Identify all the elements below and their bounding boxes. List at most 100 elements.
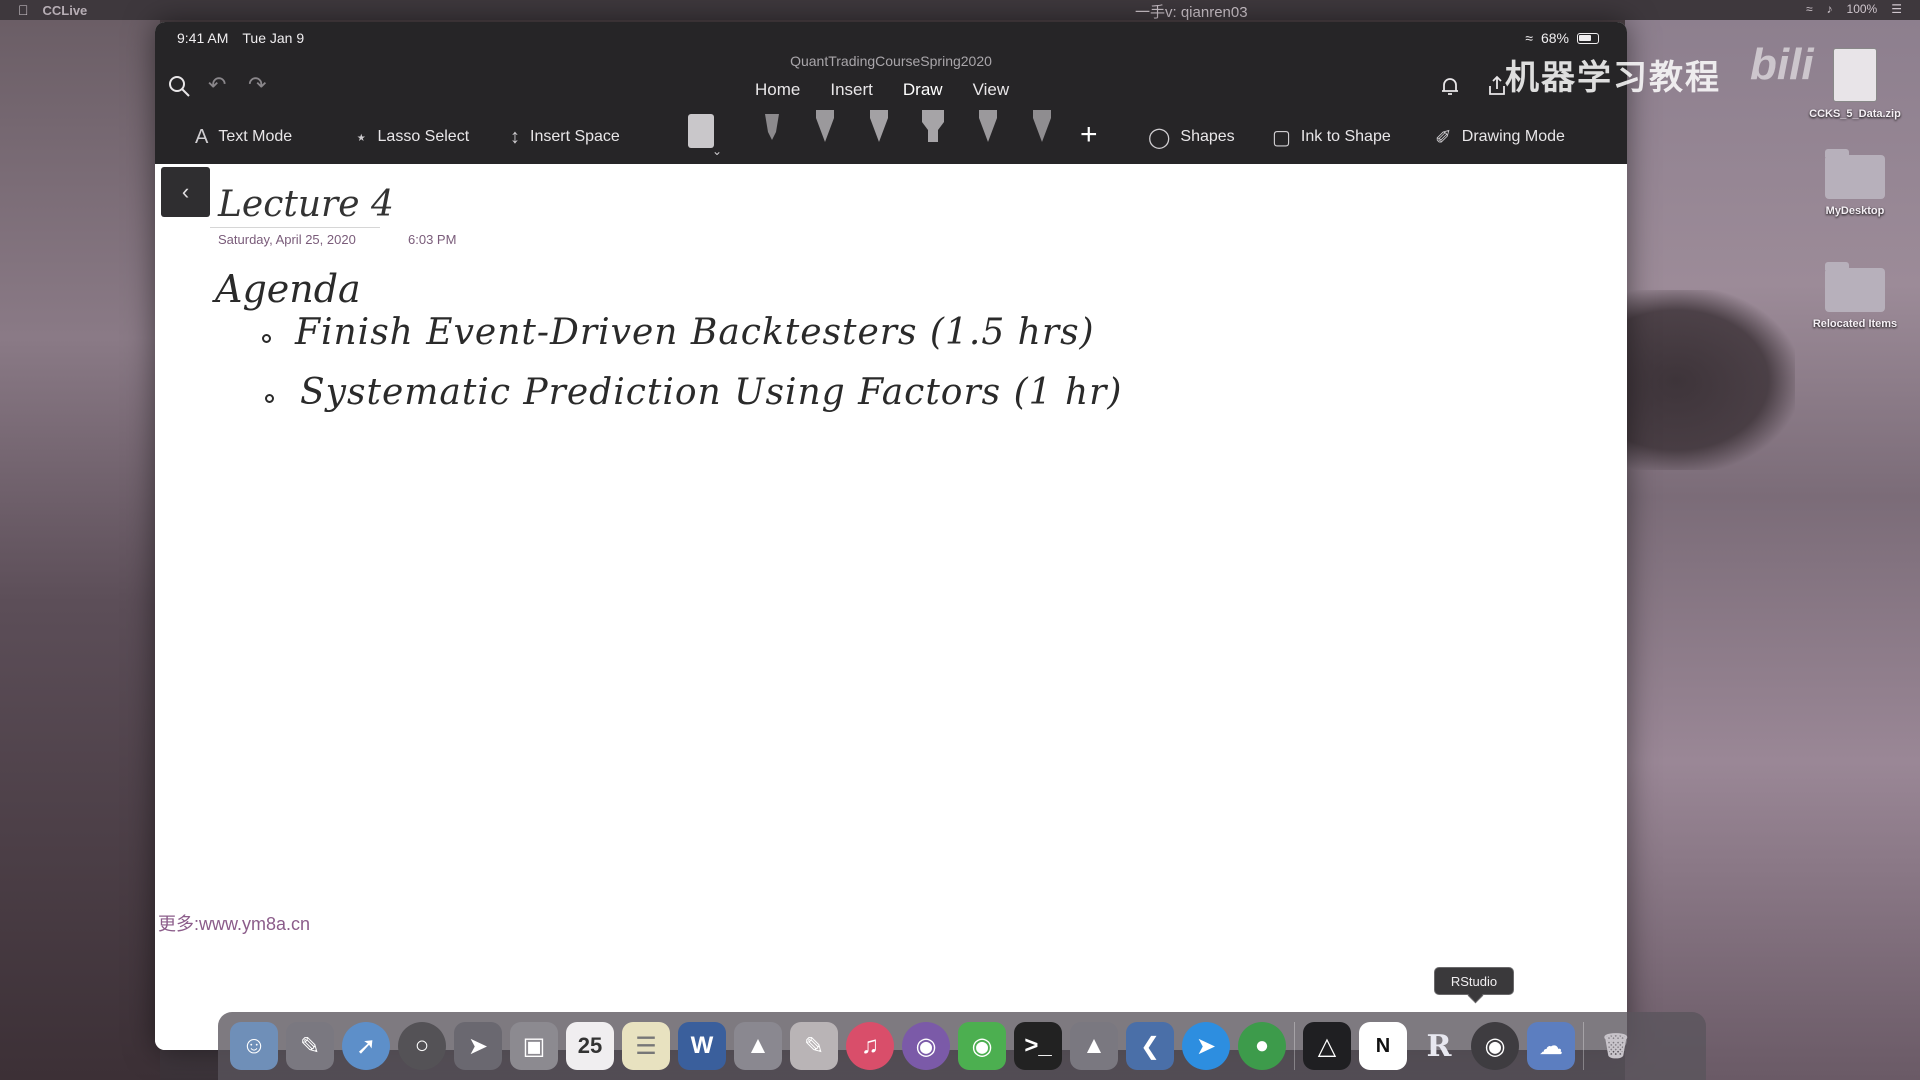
ipad-status-right: ≈ 68%	[1525, 30, 1599, 46]
photos-icon[interactable]: ▣	[510, 1022, 558, 1070]
pen-tool-4[interactable]	[975, 106, 1001, 146]
pen-tool-3[interactable]	[866, 106, 892, 146]
watermark-text: 更多:www.ym8a.cn	[158, 914, 311, 934]
pen-tool-1[interactable]	[759, 106, 785, 146]
folder-icon	[1825, 262, 1885, 312]
desktop-item-relocated[interactable]: Relocated Items	[1795, 262, 1915, 330]
shapes-label: Shapes	[1180, 128, 1235, 145]
tab-home[interactable]: Home	[755, 80, 800, 100]
vscode-icon[interactable]: ❮	[1126, 1022, 1174, 1070]
control-center-icon[interactable]: ☰	[1891, 2, 1902, 16]
ipad-status-bar: 9:41 AM Tue Jan 9	[177, 30, 304, 46]
menu-center-text: 一手v: qianren03	[1135, 4, 1248, 21]
menu-app-name[interactable]: CCLive	[43, 3, 88, 18]
plus-icon[interactable]: +	[1080, 120, 1098, 150]
overlay-caption: 机器学习教程	[1505, 59, 1721, 97]
search-icon[interactable]	[167, 74, 191, 102]
agenda-heading: Agenda	[215, 267, 361, 311]
status-time: 9:41 AM	[177, 30, 229, 46]
wechat-icon[interactable]: ◉	[958, 1022, 1006, 1070]
mac-dock: ☺ ✎ ➚ ○ ➤ ▣ 25 ☰ W ▲ ✎ ♫ ◉ ◉ >_ ▲ ❮ ➤ ● …	[218, 1012, 1706, 1080]
insert-space-button[interactable]: ↕ Insert Space	[510, 117, 620, 157]
apple-icon[interactable]: 	[18, 2, 29, 18]
bullet-icon	[265, 394, 274, 403]
lasso-select-label: Lasso Select	[377, 128, 470, 145]
podcasts-icon[interactable]: ◉	[902, 1022, 950, 1070]
desktop-item-mydesktop[interactable]: MyDesktop	[1795, 149, 1915, 217]
desktop-item-label: MyDesktop	[1825, 205, 1885, 217]
terminal-icon[interactable]: >_	[1014, 1022, 1062, 1070]
bilibili-logo-icon: bili	[1750, 40, 1814, 89]
battery-icon	[1577, 32, 1599, 44]
dock-tooltip: RStudio	[1434, 967, 1514, 995]
undo-icon[interactable]: ↶	[208, 74, 226, 96]
menu-status-icons: ≈ ♪ 100% ☰	[1806, 2, 1902, 16]
quicktime-icon[interactable]: ◉	[1471, 1022, 1519, 1070]
pen-tool-2[interactable]	[812, 106, 838, 146]
lasso-select-button[interactable]: ⋆ Lasso Select	[355, 117, 469, 157]
textedit-icon[interactable]: ✎	[790, 1022, 838, 1070]
battery-menu-label[interactable]: 100%	[1847, 2, 1878, 16]
page-time: 6:03 PM	[408, 232, 457, 247]
shapes-icon: ◯	[1148, 126, 1171, 149]
shapes-button[interactable]: ◯ Shapes	[1148, 117, 1235, 157]
chevron-down-icon[interactable]: ⌄	[712, 144, 722, 158]
insert-space-icon: ↕	[510, 125, 520, 148]
agenda-item: Finish Event-Driven Backtesters (1.5 hrs…	[295, 312, 1095, 353]
chevron-left-icon[interactable]: ‹	[161, 167, 210, 217]
ink-to-shape-label: Ink to Shape	[1300, 128, 1391, 145]
drawing-mode-icon: ✐	[1435, 126, 1452, 149]
keynote-icon[interactable]: ▲	[734, 1022, 782, 1070]
folder-icon	[1825, 149, 1885, 199]
ink-to-shape-icon: ▢	[1272, 126, 1291, 149]
finder-icon[interactable]: ☺	[230, 1022, 278, 1070]
launchpad-icon[interactable]: ➤	[454, 1022, 502, 1070]
preview-icon[interactable]: ✎	[286, 1022, 334, 1070]
redo-icon[interactable]: ↷	[248, 74, 266, 96]
text-mode-button[interactable]: A Text Mode	[195, 117, 292, 157]
agenda-item: Systematic Prediction Using Factors (1 h…	[300, 372, 1123, 413]
cloud-icon[interactable]: ☁	[1527, 1022, 1575, 1070]
activity-monitor-icon[interactable]: △	[1303, 1022, 1351, 1070]
ink-to-shape-button[interactable]: ▢ Ink to Shape	[1272, 117, 1391, 157]
bell-icon[interactable]	[1438, 74, 1462, 102]
pen-tool-5[interactable]	[1029, 106, 1055, 146]
notion-icon[interactable]: N	[1359, 1022, 1407, 1070]
trash-icon[interactable]: 🗑	[1592, 1022, 1640, 1070]
desktop-item-label: CCKS_5_Data.zip	[1809, 108, 1901, 120]
telegram-icon[interactable]: ➤	[1182, 1022, 1230, 1070]
tab-draw[interactable]: Draw	[903, 80, 943, 100]
app-icon[interactable]: ▲	[1070, 1022, 1118, 1070]
tab-view[interactable]: View	[973, 80, 1010, 100]
insert-space-label: Insert Space	[530, 128, 620, 145]
dock-separator	[1294, 1022, 1295, 1070]
tab-insert[interactable]: Insert	[830, 80, 873, 100]
word-icon[interactable]: W	[678, 1022, 726, 1070]
battery-percent: 68%	[1540, 30, 1569, 46]
highlighter-tool[interactable]	[920, 106, 946, 146]
page-title[interactable]: Lecture 4	[218, 184, 394, 225]
onenote-toolbar: 9:41 AM Tue Jan 9 ≈ 68% QuantTradingCour…	[155, 22, 1627, 164]
evernote-icon[interactable]: ●	[1238, 1022, 1286, 1070]
zip-file-icon	[1833, 48, 1877, 102]
title-divider	[210, 227, 380, 228]
wifi-icon: ≈	[1525, 30, 1533, 46]
onenote-window: 9:41 AM Tue Jan 9 ≈ 68% QuantTradingCour…	[155, 22, 1627, 1050]
music-icon[interactable]: ♫	[846, 1022, 894, 1070]
page-date: Saturday, April 25, 2020	[218, 232, 356, 247]
note-canvas[interactable]	[155, 164, 1627, 1050]
notes-icon[interactable]: ☰	[622, 1022, 670, 1070]
lasso-icon: ⋆	[355, 126, 368, 149]
eraser-tool[interactable]	[688, 114, 714, 148]
drawing-mode-button[interactable]: ✐ Drawing Mode	[1435, 117, 1565, 157]
mac-menu-bar:  CCLive 一手v: qianren03 ≈ ♪ 100% ☰	[0, 0, 1920, 21]
bullet-icon	[262, 334, 271, 343]
rstudio-icon[interactable]: R	[1415, 1022, 1463, 1070]
wifi-icon[interactable]: ≈	[1806, 2, 1813, 16]
status-date: Tue Jan 9	[242, 30, 305, 46]
dock-separator	[1583, 1022, 1584, 1070]
spotlight-icon[interactable]: ○	[398, 1022, 446, 1070]
safari-icon[interactable]: ➚	[342, 1022, 390, 1070]
volume-icon[interactable]: ♪	[1827, 2, 1833, 16]
calendar-icon[interactable]: 25	[566, 1022, 614, 1070]
